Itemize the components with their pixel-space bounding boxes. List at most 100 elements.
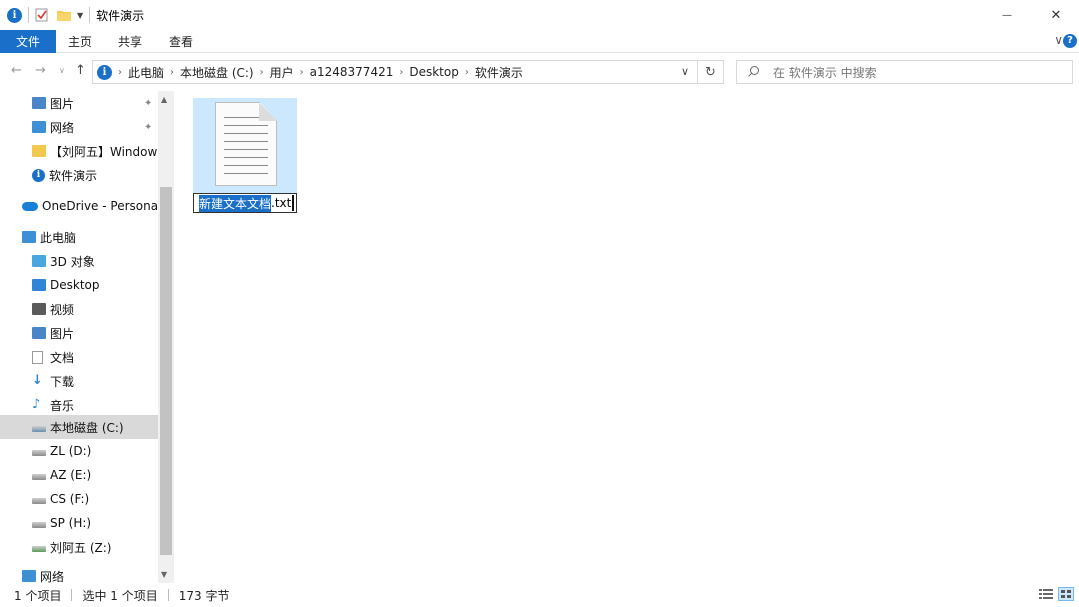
sidebar-item-label: OneDrive - Personal [42, 199, 162, 213]
status-selected: 选中 1 个项目 [82, 588, 158, 603]
network-icon [22, 570, 36, 582]
sidebar-item[interactable]: ♪ 音乐 [0, 393, 158, 417]
address-row: ← → ∨ ↑ i › 此电脑 › 本地磁盘 (C:) › 用户 › a1248… [0, 53, 1079, 91]
sidebar-item[interactable]: AZ (E:) [0, 463, 158, 487]
sidebar-item[interactable]: 3D 对象 [0, 249, 158, 273]
close-button[interactable]: ✕ [1033, 0, 1079, 30]
refresh-button[interactable]: ↻ [698, 60, 724, 84]
breadcrumb-current[interactable]: 软件演示 [475, 64, 523, 81]
close-icon: ✕ [1050, 7, 1062, 23]
properties-check-icon[interactable] [35, 8, 49, 22]
details-view-icon[interactable] [1038, 587, 1054, 601]
sidebar-item-label: SP (H:) [50, 516, 92, 530]
sidebar-item[interactable]: 此电脑 [0, 225, 158, 249]
pin-icon: ✦ [144, 97, 153, 109]
scroll-down-icon[interactable]: ▼ [161, 570, 167, 579]
help-icon[interactable]: ? [1063, 34, 1077, 48]
sidebar-item-label: 下载 [50, 374, 75, 389]
sidebar-item[interactable]: CS (F:) [0, 487, 158, 511]
quick-access-dropdown-icon[interactable]: ▼ [77, 11, 83, 20]
file-list-view[interactable]: 新建文本文档 .txt [176, 91, 1079, 583]
breadcrumb-separator: › [118, 66, 122, 78]
sidebar-item-label: 网络 [50, 120, 75, 135]
sidebar-item-label: Desktop [50, 278, 100, 292]
minimize-button[interactable]: — [984, 0, 1030, 30]
breadcrumb-this-pc[interactable]: 此电脑 [128, 64, 164, 81]
this-pc-icon [22, 231, 36, 243]
ribbon-expand-icon[interactable]: ∨ [1054, 33, 1063, 47]
sidebar-item-label: 3D 对象 [50, 254, 95, 269]
address-dropdown-icon[interactable]: ∨ [681, 65, 689, 78]
sidebar-item[interactable]: Desktop [0, 273, 158, 297]
forward-arrow-icon[interactable]: → [35, 63, 46, 78]
sidebar-item[interactable]: ↓ 下载 [0, 369, 158, 393]
tab-home[interactable]: 主页 [60, 30, 100, 53]
drive-icon [32, 498, 46, 504]
music-icon: ♪ [32, 397, 41, 412]
pin-icon: ✦ [144, 121, 153, 133]
sidebar-item-label: 网络 [40, 569, 65, 584]
sidebar-item[interactable]: ZL (D:) [0, 439, 158, 463]
sidebar-item[interactable]: 图片 [0, 321, 158, 345]
title-bar: i ▼ 软件演示 — ✕ [0, 0, 1079, 30]
sidebar-item[interactable]: 图片 ✦ [0, 91, 158, 115]
back-arrow-icon[interactable]: ← [11, 63, 22, 78]
status-item-count: 1 个项目 [14, 588, 62, 603]
breadcrumb-separator: › [399, 66, 404, 78]
search-input[interactable]: 在 软件演示 中搜索 [736, 60, 1073, 84]
recent-locations-icon[interactable]: ∨ [59, 66, 65, 75]
3d-objects-icon [32, 255, 46, 267]
new-folder-icon[interactable] [57, 9, 71, 21]
refresh-icon: ↻ [705, 64, 716, 80]
tab-share[interactable]: 共享 [110, 30, 150, 53]
large-icons-view-icon[interactable] [1058, 587, 1074, 601]
sidebar-item[interactable]: 文档 [0, 345, 158, 369]
nav-scrollbar[interactable]: ▲ ▼ [158, 91, 174, 583]
sidebar-item[interactable]: OneDrive - Personal [0, 194, 162, 218]
sidebar-item[interactable]: i 软件演示 [0, 163, 158, 187]
folder-icon [32, 145, 46, 157]
sidebar-item-label: 【刘阿五】Windows [50, 144, 164, 159]
app-info-icon[interactable]: i [7, 7, 22, 23]
title-separator [28, 7, 29, 23]
breadcrumb-separator: › [259, 66, 264, 78]
onedrive-icon [22, 201, 38, 211]
tab-file[interactable]: 文件 [0, 30, 56, 53]
videos-icon [32, 303, 46, 315]
sidebar-item[interactable]: 本地磁盘 (C:) [0, 415, 158, 439]
sidebar-item[interactable]: 网络 ✦ [0, 115, 158, 139]
sidebar-item[interactable]: SP (H:) [0, 511, 158, 535]
breadcrumb-user[interactable]: a1248377421 [310, 65, 394, 79]
network-icon [32, 121, 46, 133]
pictures-icon [32, 97, 46, 109]
navigation-pane: 图片 ✦ 网络 ✦ 【刘阿五】Windows i 软件演示 OneDrive - Person… [0, 91, 174, 583]
drive-icon [32, 474, 46, 480]
rename-input[interactable]: 新建文本文档 .txt [193, 193, 297, 213]
address-bar[interactable]: i › 此电脑 › 本地磁盘 (C:) › 用户 › a1248377421 ›… [92, 60, 698, 84]
breadcrumb-separator: › [170, 66, 175, 78]
sidebar-item-label: 本地磁盘 (C:) [50, 420, 124, 435]
tab-view[interactable]: 查看 [161, 30, 201, 53]
network-drive-icon [32, 546, 46, 552]
nav-scroll-thumb[interactable] [160, 187, 172, 555]
sidebar-item-label: 刘阿五 (Z:) [50, 540, 112, 555]
breadcrumb-drive-c[interactable]: 本地磁盘 (C:) [180, 64, 254, 81]
sidebar-item[interactable]: 【刘阿五】Windows [0, 139, 164, 163]
document-fold-icon [259, 102, 277, 121]
breadcrumb-separator: › [299, 66, 304, 78]
up-arrow-icon[interactable]: ↑ [75, 63, 86, 78]
breadcrumb-desktop[interactable]: Desktop [409, 65, 459, 79]
sidebar-item[interactable]: 刘阿五 (Z:) [0, 535, 158, 559]
status-size: 173 字节 [178, 588, 230, 603]
sidebar-item[interactable]: 视频 [0, 297, 158, 321]
scroll-up-icon[interactable]: ▲ [161, 95, 167, 104]
sidebar-item-label: 文档 [50, 350, 75, 365]
sidebar-item-label: 此电脑 [40, 230, 77, 245]
pictures-icon [32, 327, 46, 339]
window-title: 软件演示 [96, 8, 145, 23]
rename-selected-text: 新建文本文档 [199, 194, 272, 212]
breadcrumb-users[interactable]: 用户 [270, 64, 294, 81]
location-info-icon: i [97, 64, 112, 80]
sidebar-item[interactable]: 网络 [0, 564, 158, 583]
text-cursor-icon [292, 195, 294, 211]
